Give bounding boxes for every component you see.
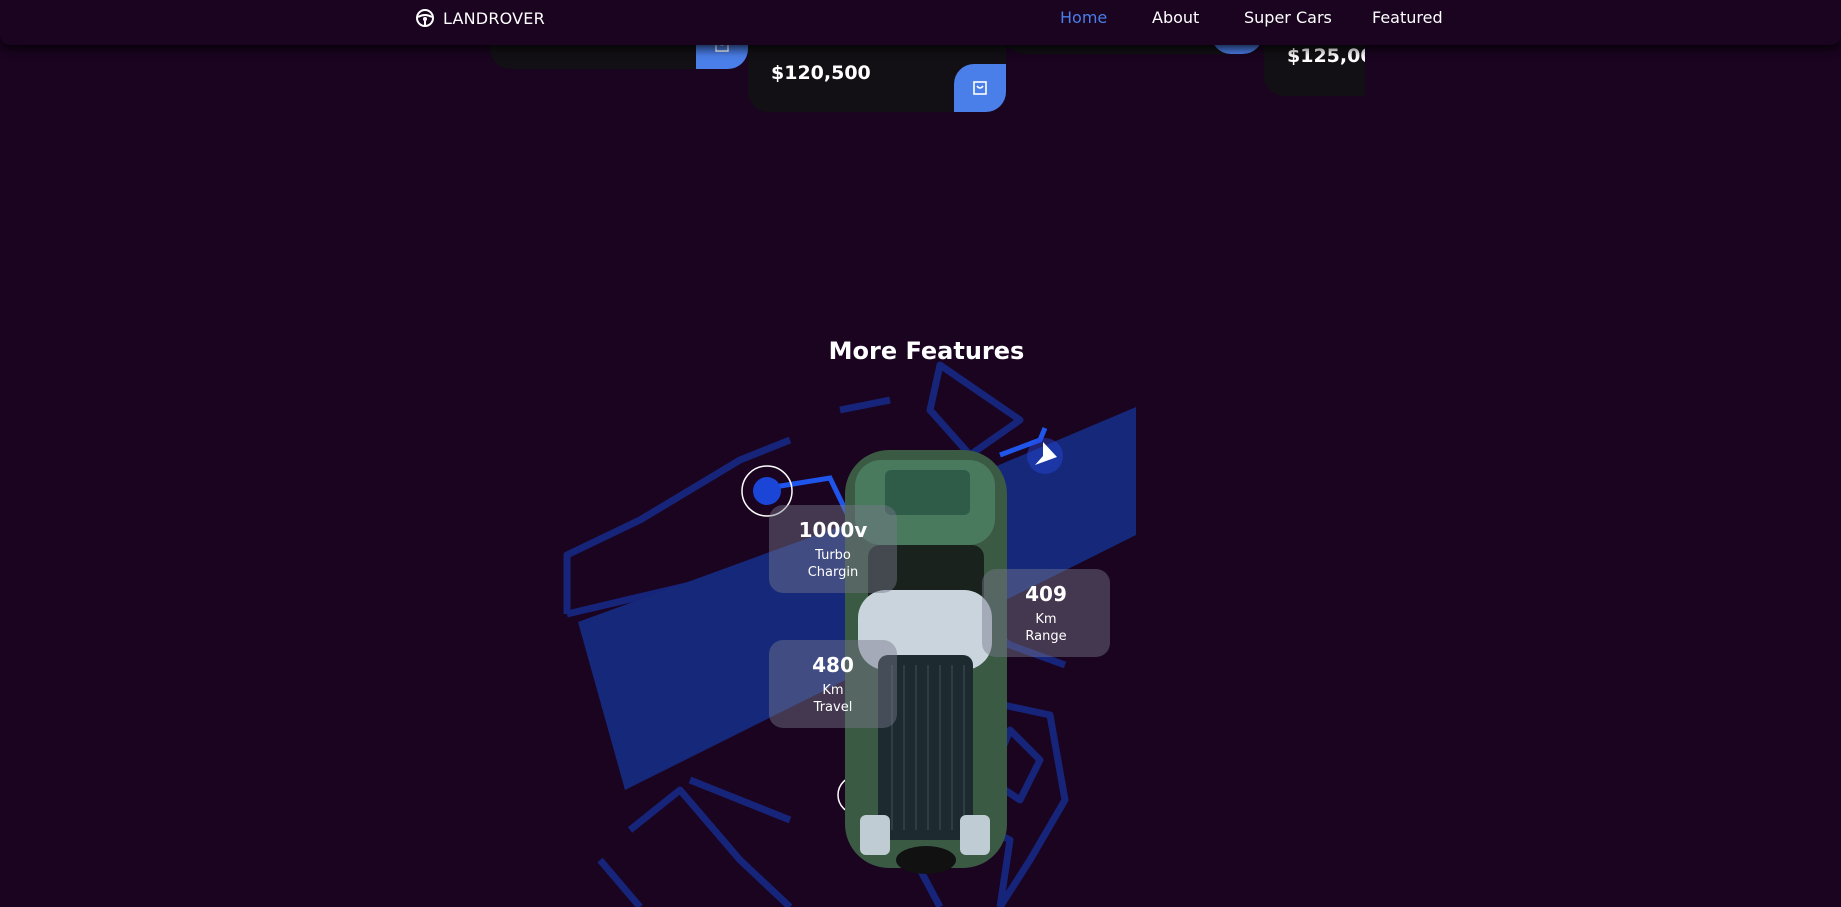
stat-label: Km <box>1035 611 1057 627</box>
stat-card-turbo: 1000v Turbo Chargin <box>769 505 897 593</box>
brand-logo[interactable]: LANDROVER <box>415 8 545 28</box>
nav-featured-link[interactable]: Featured <box>1372 8 1443 27</box>
brand-name: LANDROVER <box>443 8 545 28</box>
features-visual: 1000v Turbo Chargin 409 Km Range 480 Km … <box>540 360 1180 907</box>
stat-label: Travel <box>813 699 853 715</box>
nav-home-link[interactable]: Home <box>1060 8 1107 27</box>
stat-value: 409 <box>1025 581 1067 606</box>
stat-value: 1000v <box>798 517 868 542</box>
card-price: $120,500 <box>771 62 871 84</box>
shopping-bag-icon <box>973 81 987 95</box>
add-to-cart-button[interactable] <box>954 64 1006 112</box>
nav-about-link[interactable]: About <box>1152 8 1199 27</box>
stat-label: Chargin <box>807 564 859 580</box>
stat-label: Turbo <box>815 547 851 563</box>
stat-card-range: 409 Km Range <box>982 569 1110 657</box>
top-navbar: LANDROVER Home About Super Cars Featured <box>0 0 1841 45</box>
stat-label: Range <box>1025 628 1067 644</box>
stat-label: Km <box>822 682 844 698</box>
stat-value: 480 <box>812 652 854 677</box>
nav-super-cars-link[interactable]: Super Cars <box>1244 8 1332 27</box>
stat-card-travel: 480 Km Travel <box>769 640 897 728</box>
card-price: $125,000 <box>1287 45 1365 67</box>
steering-wheel-icon <box>416 9 434 27</box>
